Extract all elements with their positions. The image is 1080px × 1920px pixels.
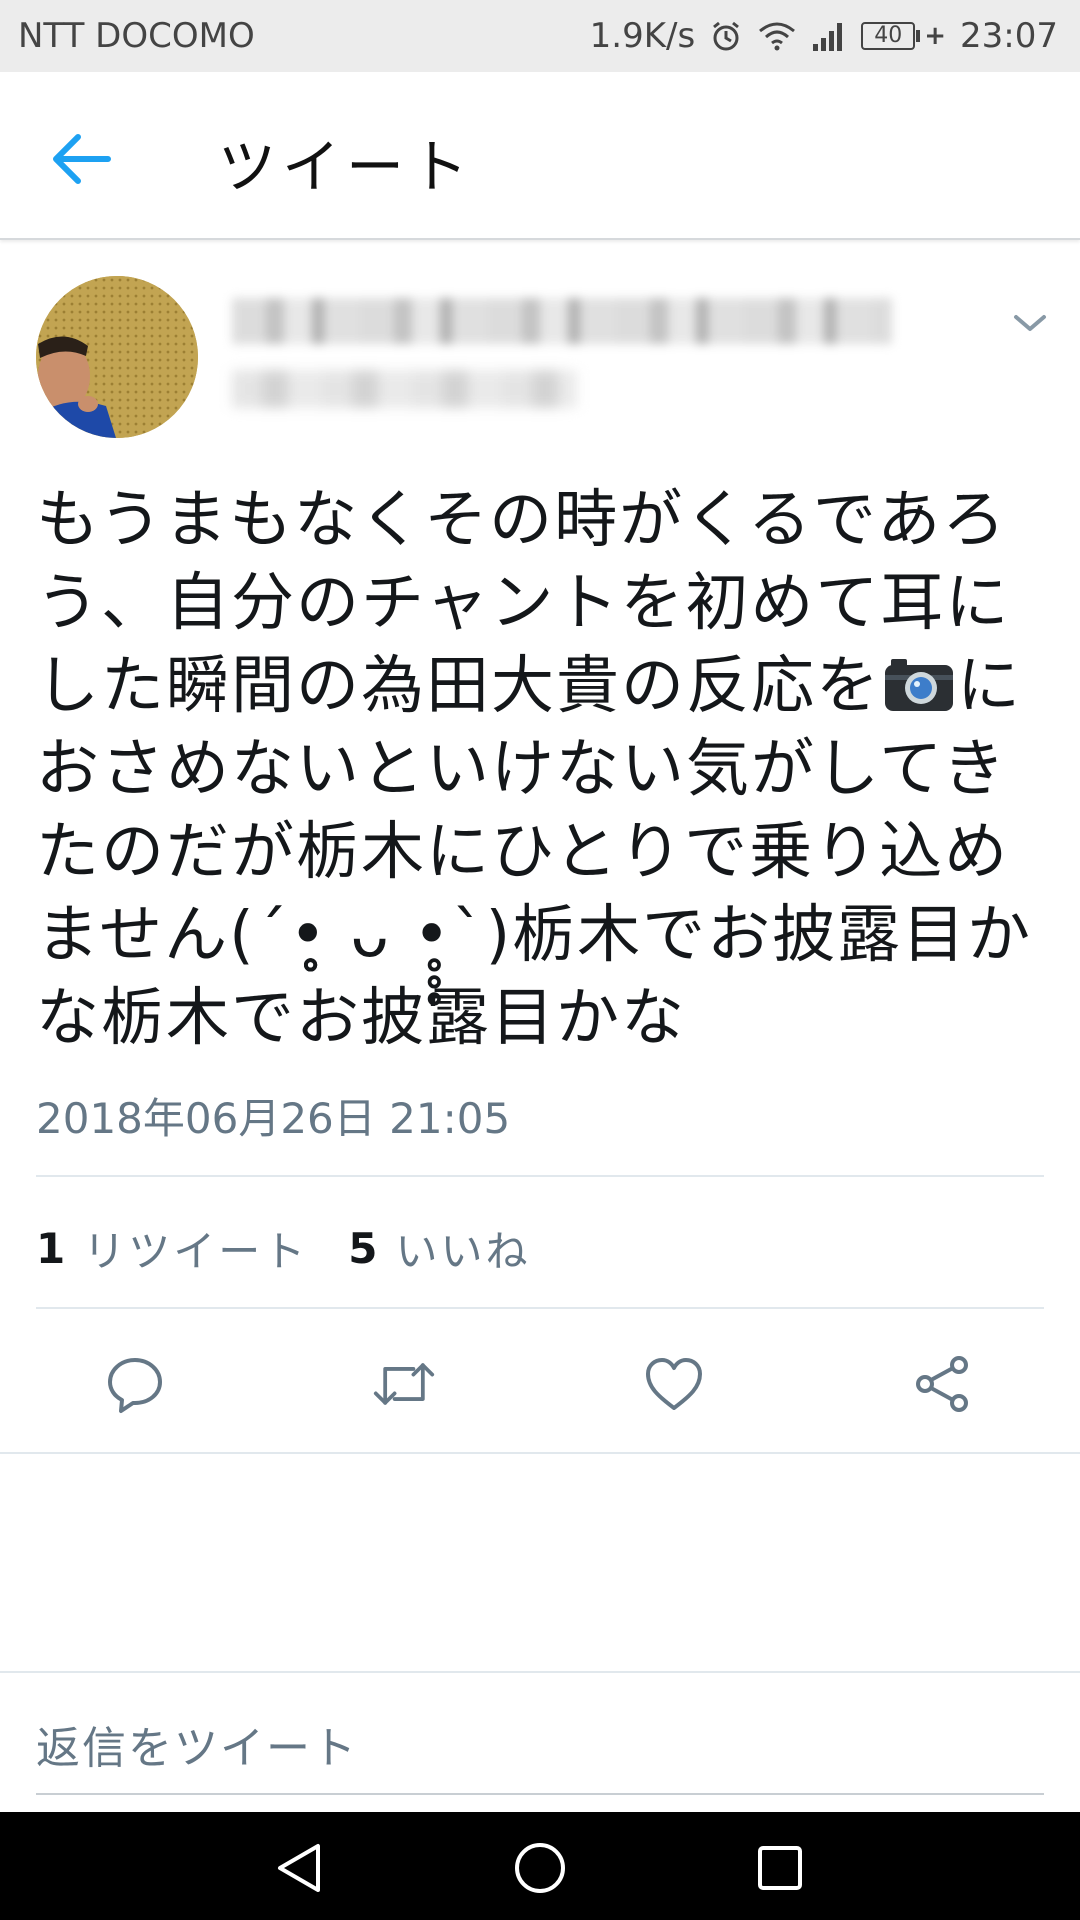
- page-title: ツイート: [218, 133, 475, 201]
- tweet-stats: 1 リツイート 5 いいね: [36, 1218, 531, 1279]
- divider: [36, 1307, 1044, 1309]
- avatar[interactable]: [36, 276, 198, 438]
- wifi-icon: [757, 20, 797, 52]
- chevron-down-icon[interactable]: [1010, 308, 1050, 338]
- divider: [36, 1175, 1044, 1177]
- share-button[interactable]: [911, 1352, 975, 1416]
- camera-emoji: [883, 650, 955, 711]
- username-obscured: [232, 370, 577, 408]
- app-header: ツイート: [0, 72, 1080, 240]
- divider: [0, 1671, 1080, 1673]
- reply-icon: [108, 1358, 162, 1413]
- reply-button[interactable]: [103, 1352, 167, 1416]
- carrier-label: NTT DOCOMO: [18, 16, 255, 56]
- arrow-left-icon: [53, 134, 111, 184]
- like-icon: [646, 1358, 702, 1410]
- tweet-timestamp: 2018年06月26日 21:05: [36, 1094, 511, 1143]
- battery-level: 40: [861, 22, 916, 50]
- alarm-icon: [709, 19, 743, 53]
- retweet-icon: [373, 1363, 435, 1405]
- signal-icon: [811, 20, 847, 52]
- share-icon: [916, 1356, 968, 1412]
- nav-recents-button[interactable]: [748, 1836, 812, 1900]
- retweet-count[interactable]: 1: [36, 1224, 65, 1273]
- triangle-back-icon: [278, 1844, 320, 1892]
- battery-icon: 40 +: [861, 21, 946, 51]
- status-icons: 1.9K/s 40 + 23:07: [590, 16, 1058, 56]
- reply-underline: [36, 1793, 1044, 1795]
- reply-input[interactable]: 返信をツイート: [36, 1712, 358, 1776]
- retweet-button[interactable]: [372, 1352, 436, 1416]
- square-recents-icon: [758, 1846, 802, 1890]
- circle-home-icon: [515, 1843, 565, 1893]
- tweet-text-part1: もうまもなくその時がくるであろう、自分のチャントを初めて耳にした瞬間の為田大貴の…: [36, 483, 1011, 722]
- nav-back-button[interactable]: [268, 1836, 332, 1900]
- status-bar: NTT DOCOMO 1.9K/s 40 + 23:07: [0, 0, 1080, 72]
- tweet-actions: [0, 1340, 1080, 1420]
- like-label[interactable]: いいね: [395, 1218, 530, 1279]
- display-name-obscured[interactable]: [232, 298, 892, 344]
- nav-home-button[interactable]: [508, 1836, 572, 1900]
- divider: [0, 1452, 1080, 1454]
- like-count[interactable]: 5: [348, 1224, 377, 1273]
- back-button[interactable]: [52, 124, 132, 194]
- retweet-label[interactable]: リツイート: [83, 1218, 308, 1279]
- system-nav-bar: [0, 1812, 1080, 1920]
- clock: 23:07: [960, 16, 1058, 56]
- like-button[interactable]: [642, 1352, 706, 1416]
- network-speed: 1.9K/s: [589, 16, 696, 56]
- tweet-text: もうまもなくその時がくるであろう、自分のチャントを初めて耳にした瞬間の為田大貴の…: [36, 478, 1056, 1059]
